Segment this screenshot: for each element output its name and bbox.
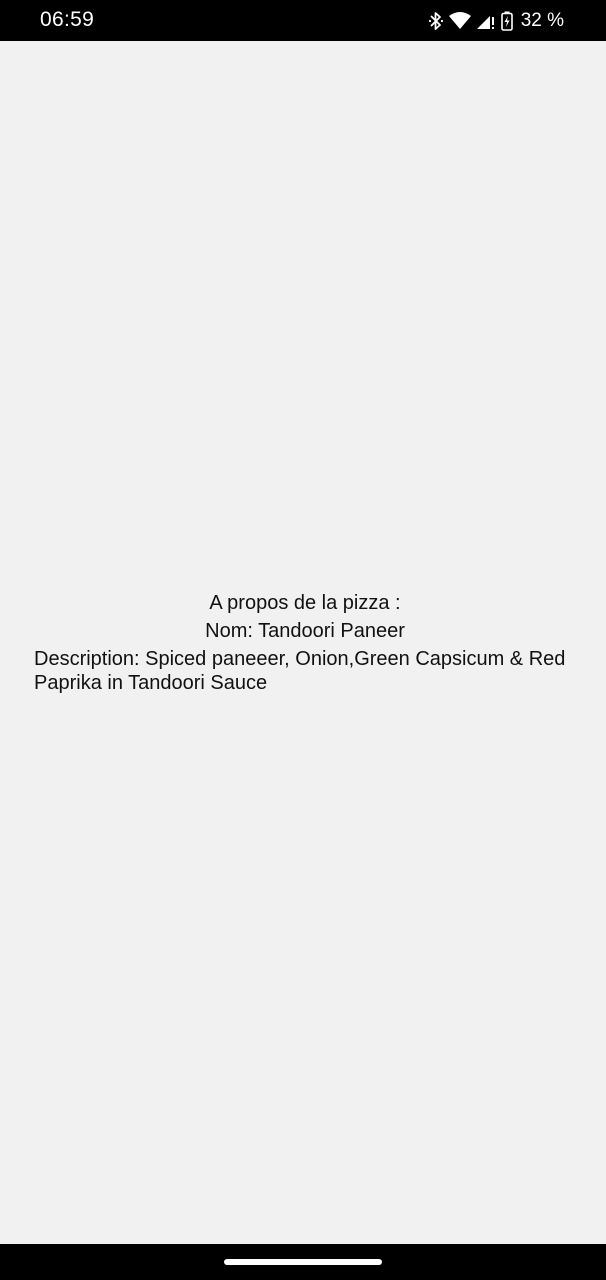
status-time: 06:59	[40, 8, 95, 31]
about-title: A propos de la pizza :	[209, 592, 401, 614]
pizza-about-section: A propos de la pizza : Nom: Tandoori Pan…	[34, 591, 576, 695]
status-icons: 32 %	[428, 8, 564, 34]
pizza-name: Nom: Tandoori Paneer	[205, 620, 405, 642]
status-bar: 06:59 32 %	[0, 0, 606, 41]
battery-percent: 32 %	[520, 10, 564, 31]
signal-icon	[476, 12, 495, 30]
home-indicator[interactable]	[224, 1259, 382, 1265]
wifi-icon	[448, 12, 471, 30]
navigation-bar	[0, 1244, 606, 1280]
pizza-description: Description: Spiced paneeer, Onion,Green…	[34, 648, 566, 694]
bluetooth-icon	[428, 11, 443, 31]
battery-charging-icon	[500, 11, 513, 31]
pizza-detail-screen: A propos de la pizza : Nom: Tandoori Pan…	[0, 41, 606, 1244]
